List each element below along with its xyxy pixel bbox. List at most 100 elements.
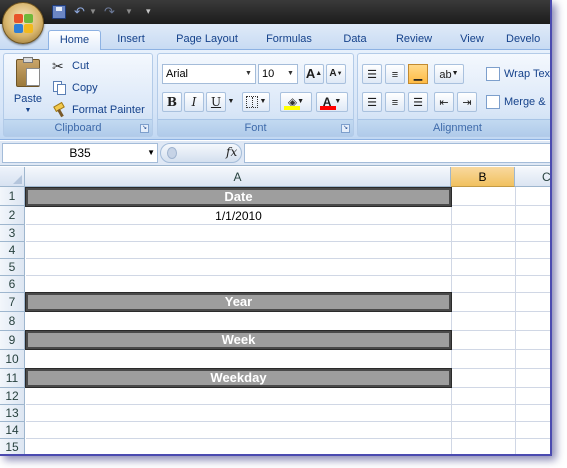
font-group: Arial ▼ 10 ▼ A▲ A▼ B I U ▼ ▼ ◈▼ A ▼ Font…: [157, 53, 354, 137]
copy-icon: [52, 80, 68, 96]
paste-icon: [16, 57, 40, 87]
redo-dropdown-icon[interactable]: ▼: [125, 7, 133, 23]
font-name-value: Arial: [166, 68, 189, 80]
merge-center-button[interactable]: Merge &: [486, 92, 546, 112]
row-header-2[interactable]: 2: [0, 206, 25, 225]
bold-button[interactable]: B: [162, 92, 182, 112]
office-button[interactable]: [2, 2, 44, 44]
merge-center-label: Merge &: [504, 96, 546, 108]
grow-font-button[interactable]: A▲: [304, 64, 324, 84]
tab-page-layout[interactable]: Page Layout: [168, 30, 246, 50]
column-header-c[interactable]: C: [515, 167, 550, 187]
row-header-3[interactable]: 3: [0, 225, 25, 242]
row-header-5[interactable]: 5: [0, 259, 25, 276]
cell-a2[interactable]: 1/1/2010: [26, 207, 451, 225]
name-box[interactable]: B35 ▼: [2, 143, 158, 163]
worksheet-grid[interactable]: A B C Date 1/1/2010 Year Week Weekday 12…: [0, 167, 550, 454]
undo-dropdown-icon[interactable]: ▼: [89, 7, 97, 23]
row-header-7[interactable]: 7: [0, 293, 25, 312]
row-gridline: [26, 439, 550, 454]
align-middle-icon: ≡: [391, 69, 399, 81]
tab-review[interactable]: Review: [388, 30, 440, 50]
align-right-button[interactable]: ☰: [408, 92, 428, 112]
excel-window: ↶ ▼ ↷ ▼ ▾ Home Insert Page Layout Formul…: [0, 0, 552, 456]
tab-home[interactable]: Home: [48, 30, 101, 51]
font-size-value: 10: [262, 68, 275, 80]
title-bar: ↶ ▼ ↷ ▼ ▾: [0, 0, 550, 24]
format-painter-button[interactable]: Format Painter: [52, 100, 145, 120]
row-gridline: [26, 242, 550, 259]
tab-formulas[interactable]: Formulas: [258, 30, 320, 50]
row-header-8[interactable]: 8: [0, 312, 25, 331]
row-header-4[interactable]: 4: [0, 242, 25, 259]
row-header-11[interactable]: 11: [0, 369, 25, 388]
align-bottom-icon: ▁: [413, 69, 423, 81]
underline-button[interactable]: U: [206, 92, 226, 112]
paste-button[interactable]: Paste ▼: [8, 57, 48, 119]
cell-a11[interactable]: Weekday: [25, 368, 452, 388]
tab-view[interactable]: View: [450, 30, 494, 50]
save-icon[interactable]: [52, 5, 66, 19]
row-header-14[interactable]: 14: [0, 422, 25, 439]
cut-button[interactable]: ✂ Cut: [52, 56, 89, 76]
shrink-font-button[interactable]: A▼: [326, 64, 346, 84]
align-bottom-button[interactable]: ▁: [408, 64, 428, 84]
increase-indent-button[interactable]: ⇥: [457, 92, 477, 112]
tab-developer[interactable]: Develo: [506, 30, 550, 50]
insert-function-button[interactable]: fx: [226, 145, 237, 159]
font-name-dropdown-icon[interactable]: ▼: [242, 65, 255, 83]
decrease-indent-button[interactable]: ⇤: [434, 92, 454, 112]
alignment-group-label: Alignment: [358, 119, 550, 136]
align-left-icon: ☰: [367, 97, 377, 109]
row-gridline: [26, 388, 550, 405]
cell-a1[interactable]: Date: [25, 187, 452, 207]
row-gridline: [26, 405, 550, 422]
customize-qat-icon[interactable]: ▾: [146, 6, 151, 22]
redo-icon[interactable]: ↷: [104, 4, 115, 20]
underline-dropdown-icon[interactable]: ▼: [226, 92, 236, 112]
formula-grip-icon[interactable]: [167, 147, 177, 159]
font-launcher-icon[interactable]: ↘: [341, 124, 350, 133]
row-header-10[interactable]: 10: [0, 350, 25, 369]
wrap-text-icon: [486, 67, 500, 81]
row-header-1[interactable]: 1: [0, 187, 25, 206]
row-header-9[interactable]: 9: [0, 331, 25, 350]
fill-color-swatch: [284, 106, 300, 110]
row-header-12[interactable]: 12: [0, 388, 25, 405]
font-size-dropdown-icon[interactable]: ▼: [284, 65, 297, 83]
name-box-dropdown-icon[interactable]: ▼: [147, 144, 155, 162]
office-logo-icon: [14, 14, 34, 34]
row-header-13[interactable]: 13: [0, 405, 25, 422]
align-center-button[interactable]: ≡: [385, 92, 405, 112]
tab-data[interactable]: Data: [334, 30, 376, 50]
wrap-text-button[interactable]: Wrap Tex: [486, 64, 550, 84]
font-color-button[interactable]: A ▼: [316, 92, 348, 112]
column-header-a[interactable]: A: [25, 167, 451, 187]
column-header-b[interactable]: B: [451, 167, 515, 187]
row-header-6[interactable]: 6: [0, 276, 25, 293]
copy-button[interactable]: Copy: [52, 78, 98, 98]
select-all-button[interactable]: [0, 167, 25, 187]
cell-a9[interactable]: Week: [25, 330, 452, 350]
name-box-value: B35: [69, 146, 91, 160]
increase-indent-icon: ⇥: [462, 97, 472, 109]
clipboard-launcher-icon[interactable]: ↘: [140, 124, 149, 133]
paste-dropdown-icon[interactable]: ▼: [8, 107, 48, 114]
merge-center-icon: [486, 95, 500, 109]
undo-icon[interactable]: ↶: [74, 4, 85, 20]
align-middle-button[interactable]: ≡: [385, 64, 405, 84]
align-left-button[interactable]: ☰: [362, 92, 382, 112]
cell-a7[interactable]: Year: [25, 292, 452, 312]
paste-label: Paste: [13, 93, 43, 105]
tab-insert[interactable]: Insert: [108, 30, 154, 50]
font-name-combo[interactable]: Arial ▼: [162, 64, 256, 84]
orientation-button[interactable]: ab▼: [434, 64, 464, 84]
fill-color-button[interactable]: ◈▼: [280, 92, 312, 112]
borders-button[interactable]: ▼: [242, 92, 270, 112]
formula-input[interactable]: [244, 143, 550, 163]
row-header-15[interactable]: 15: [0, 439, 25, 454]
font-size-combo[interactable]: 10 ▼: [258, 64, 298, 84]
align-top-button[interactable]: ☰: [362, 64, 382, 84]
row-gridline: [26, 312, 550, 331]
italic-button[interactable]: I: [184, 92, 204, 112]
